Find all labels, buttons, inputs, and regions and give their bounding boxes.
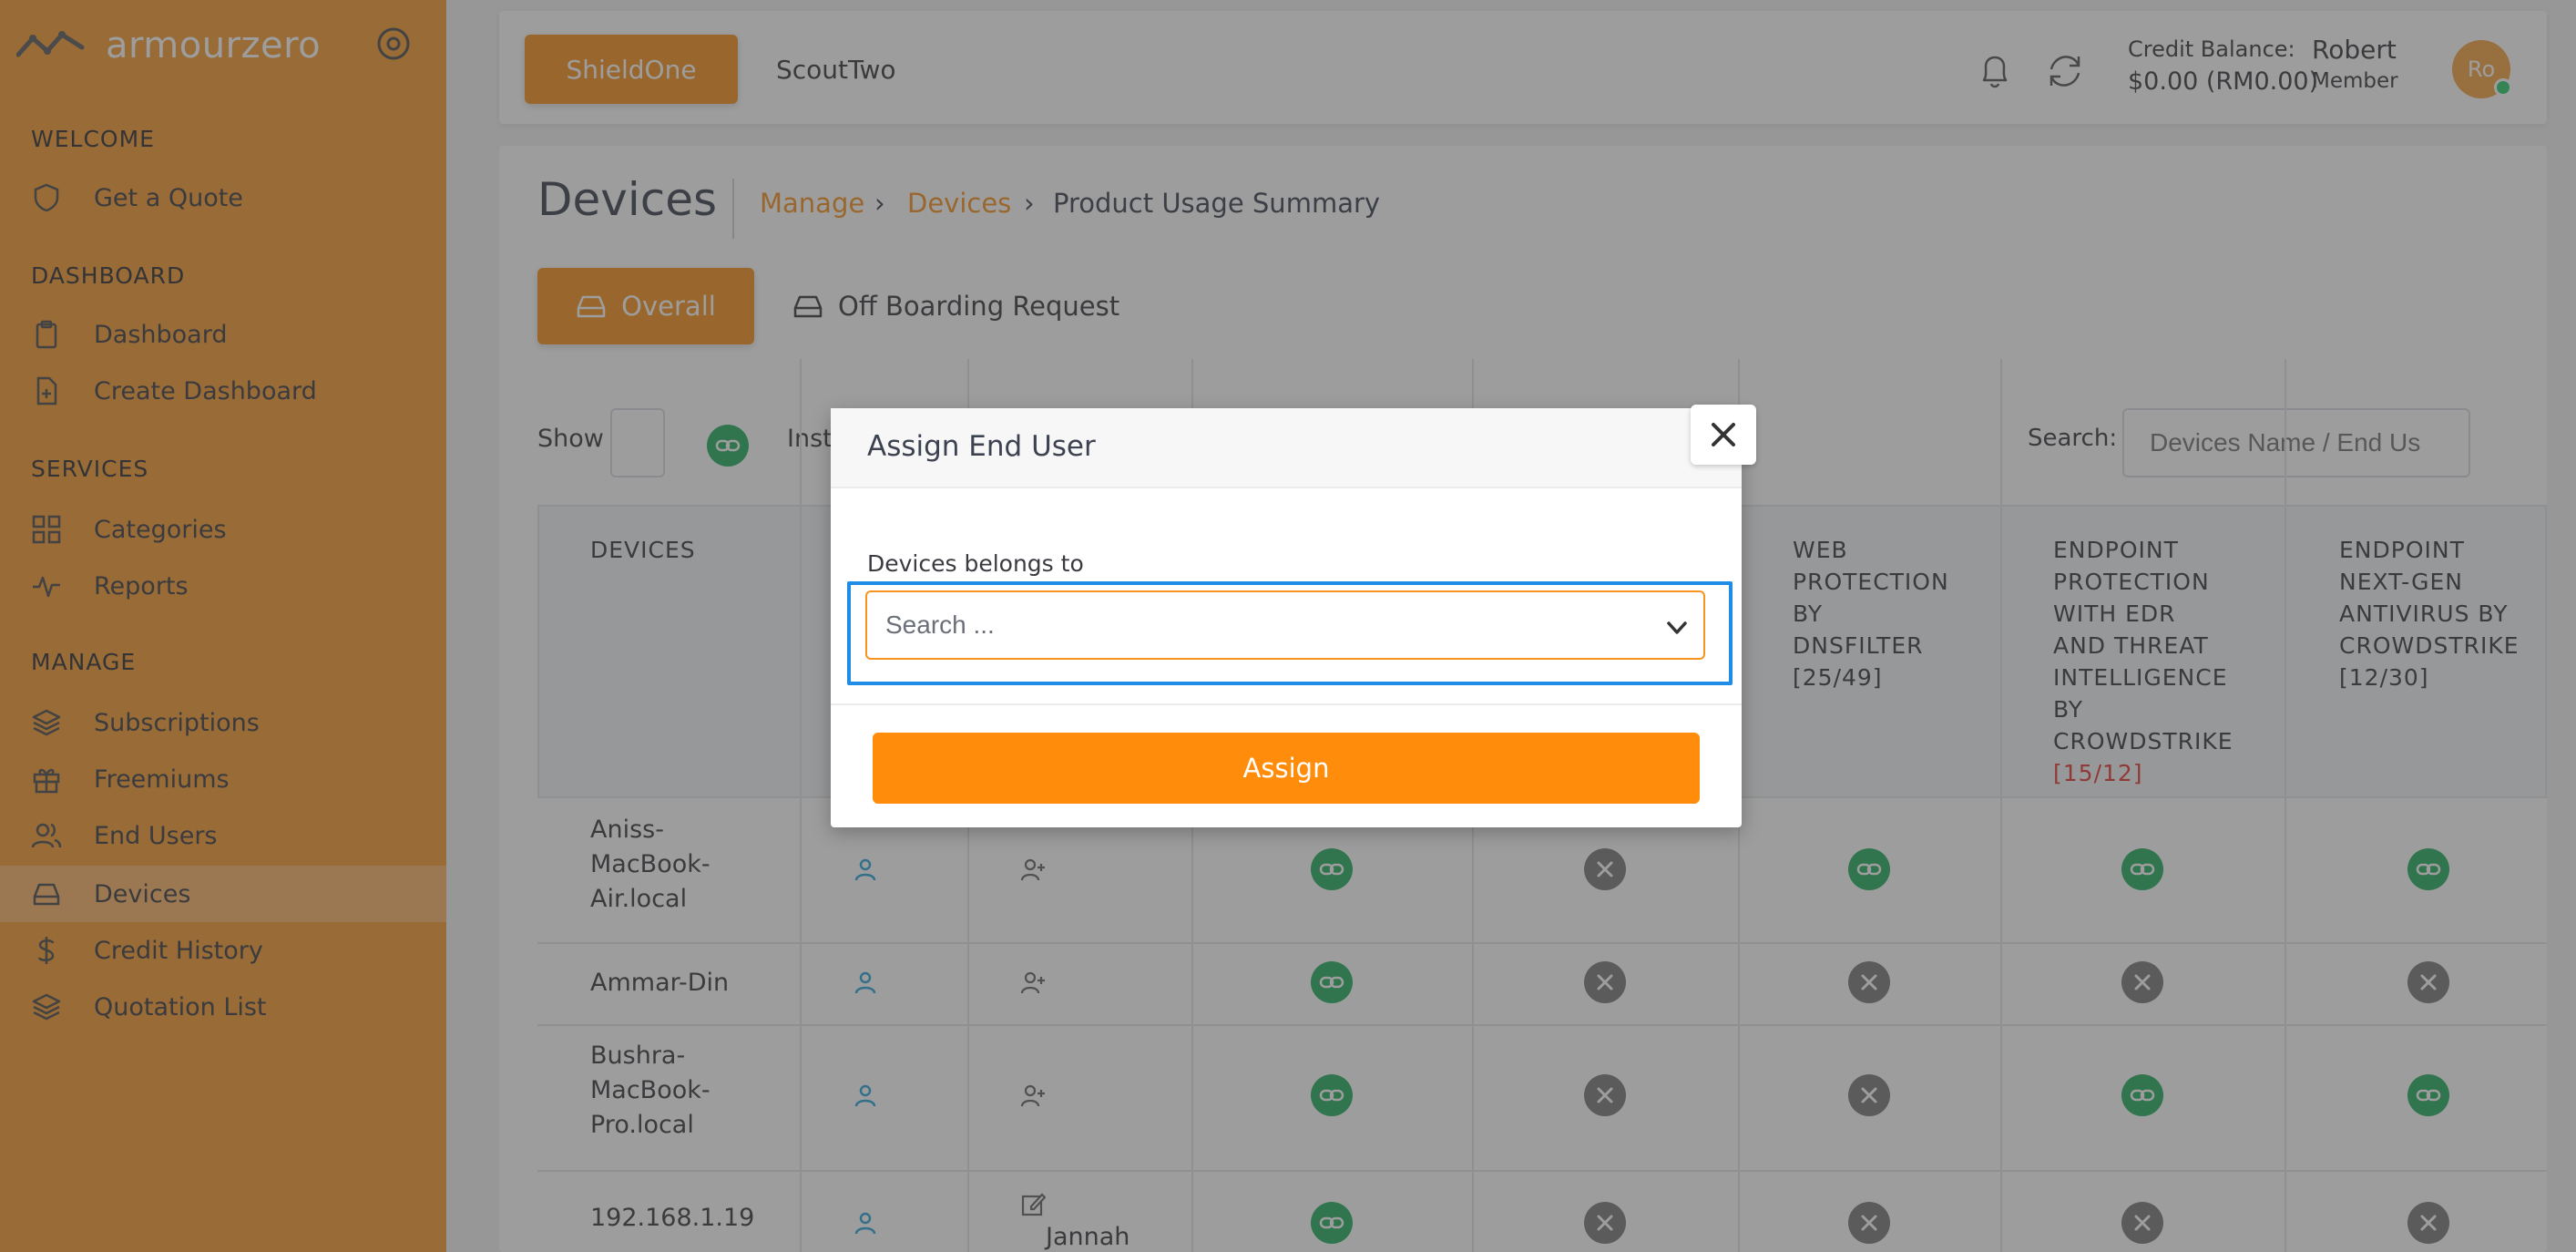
- modal-title: Assign End User: [867, 430, 1096, 463]
- assign-end-user-modal: Assign End User Devices belongs to Assig…: [831, 405, 1756, 827]
- assign-button[interactable]: Assign: [873, 733, 1700, 804]
- close-button[interactable]: [1691, 405, 1756, 465]
- end-user-search-input[interactable]: [885, 605, 1632, 645]
- modal-header: Assign End User: [831, 408, 1742, 488]
- field-label: Devices belongs to: [867, 550, 1084, 577]
- end-user-select[interactable]: [865, 590, 1705, 660]
- close-icon: [1712, 423, 1735, 446]
- modal-divider: [831, 703, 1742, 705]
- chevron-down-icon[interactable]: [1663, 614, 1691, 641]
